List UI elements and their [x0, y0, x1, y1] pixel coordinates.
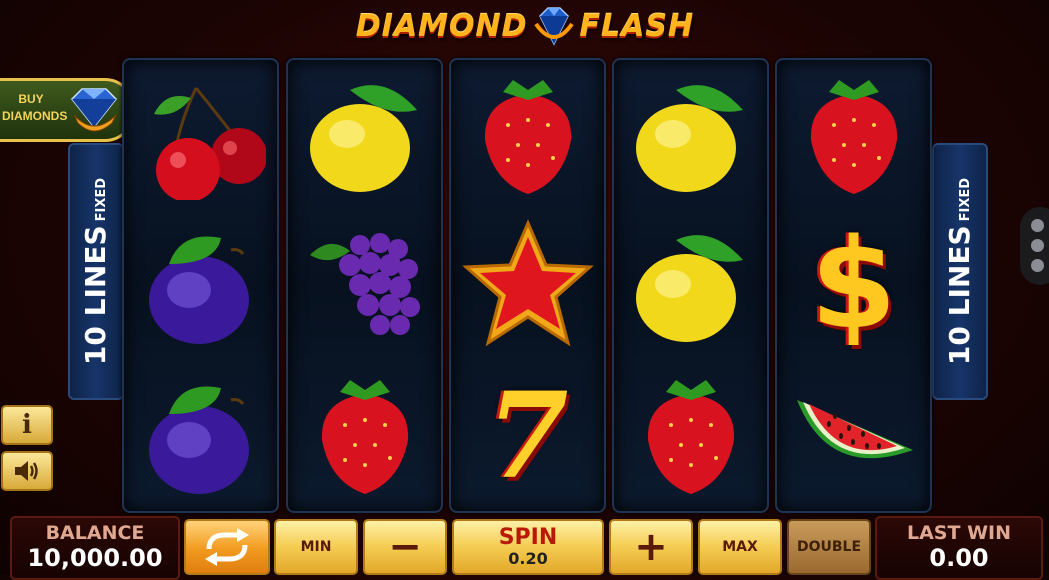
plus-icon: + — [634, 524, 668, 570]
grapes-icon — [309, 233, 420, 335]
symbol-seven: 7 — [451, 360, 604, 510]
dollar-icon: $ — [810, 213, 897, 357]
game-title: DIAMOND FLASH — [350, 2, 700, 50]
lines-count-label: 10 LINES — [79, 225, 113, 366]
min-bet-button[interactable]: MIN — [274, 519, 358, 575]
symbol-strawberry — [451, 60, 604, 210]
autoplay-button[interactable] — [184, 519, 270, 575]
symbol-strawberry — [777, 60, 930, 210]
menu-dot — [1031, 239, 1044, 252]
reel-3: 7 — [449, 58, 606, 513]
menu-dot — [1031, 219, 1044, 232]
info-icon: i — [22, 410, 32, 440]
double-label: DOUBLE — [796, 539, 862, 555]
max-bet-label: MAX — [722, 539, 758, 555]
reel-5: $ — [775, 58, 932, 513]
reel-1 — [122, 58, 279, 513]
max-bet-button[interactable]: MAX — [698, 519, 782, 575]
symbol-lemon — [288, 60, 441, 210]
seven-icon: 7 — [486, 365, 569, 505]
plum-icon — [148, 236, 249, 344]
lemon-icon — [309, 85, 417, 192]
lines-panel-left: 10 LINES FIXED — [68, 143, 124, 400]
strawberry-icon — [810, 80, 897, 194]
lemon-icon — [635, 235, 743, 342]
spin-button[interactable]: SPIN 0.20 — [452, 519, 604, 575]
watermelon-icon — [796, 400, 913, 459]
decrease-bet-button[interactable]: − — [363, 519, 447, 575]
plum-icon — [148, 386, 249, 494]
speaker-icon — [15, 461, 38, 481]
last-win-label: LAST WIN — [907, 522, 1011, 544]
menu-dot — [1031, 259, 1044, 272]
strawberry-icon — [647, 380, 734, 494]
balance-label: BALANCE — [45, 522, 145, 544]
reel-4 — [612, 58, 769, 513]
buy-diamonds-label: BUY DIAMONDS — [2, 92, 68, 123]
increase-bet-button[interactable]: + — [609, 519, 693, 575]
symbol-watermelon — [777, 360, 930, 510]
star-icon — [461, 219, 594, 347]
bet-value: 0.20 — [508, 548, 548, 568]
spin-label: SPIN — [498, 524, 558, 550]
symbol-plum — [124, 210, 277, 360]
repeat-icon — [205, 528, 249, 566]
lines-fixed-label: FIXED — [958, 177, 974, 222]
reel-2 — [286, 58, 443, 513]
symbol-star — [451, 210, 604, 360]
symbol-strawberry — [614, 360, 767, 510]
last-win-panel: LAST WIN 0.00 — [875, 516, 1043, 580]
symbol-cherry — [124, 60, 277, 210]
balance-value: 10,000.00 — [27, 544, 163, 572]
diamond-icon — [70, 88, 118, 132]
lines-count-label: 10 LINES — [943, 225, 977, 366]
symbol-plum — [124, 360, 277, 510]
title-word-left: DIAMOND — [355, 8, 528, 44]
double-button[interactable]: DOUBLE — [787, 519, 871, 575]
symbol-lemon — [614, 60, 767, 210]
lemon-icon — [635, 85, 743, 192]
menu-button[interactable] — [1020, 207, 1049, 285]
balance-panel: BALANCE 10,000.00 — [10, 516, 180, 580]
info-button[interactable]: i — [1, 405, 53, 445]
buy-diamonds-button[interactable]: BUY DIAMONDS — [0, 78, 135, 142]
symbol-strawberry — [288, 360, 441, 510]
lines-fixed-label: FIXED — [94, 177, 110, 222]
cherry-icon — [153, 87, 266, 200]
symbol-grapes — [288, 210, 441, 360]
min-bet-label: MIN — [300, 539, 332, 555]
sound-button[interactable] — [1, 451, 53, 491]
symbol-dollar: $ — [777, 210, 930, 360]
lines-panel-right: 10 LINES FIXED — [932, 143, 988, 400]
symbol-lemon — [614, 210, 767, 360]
strawberry-icon — [321, 380, 408, 494]
last-win-value: 0.00 — [929, 544, 989, 572]
title-word-right: FLASH — [579, 8, 695, 44]
strawberry-icon — [484, 80, 571, 194]
minus-icon: − — [388, 524, 422, 570]
diamond-logo-icon — [533, 7, 574, 46]
